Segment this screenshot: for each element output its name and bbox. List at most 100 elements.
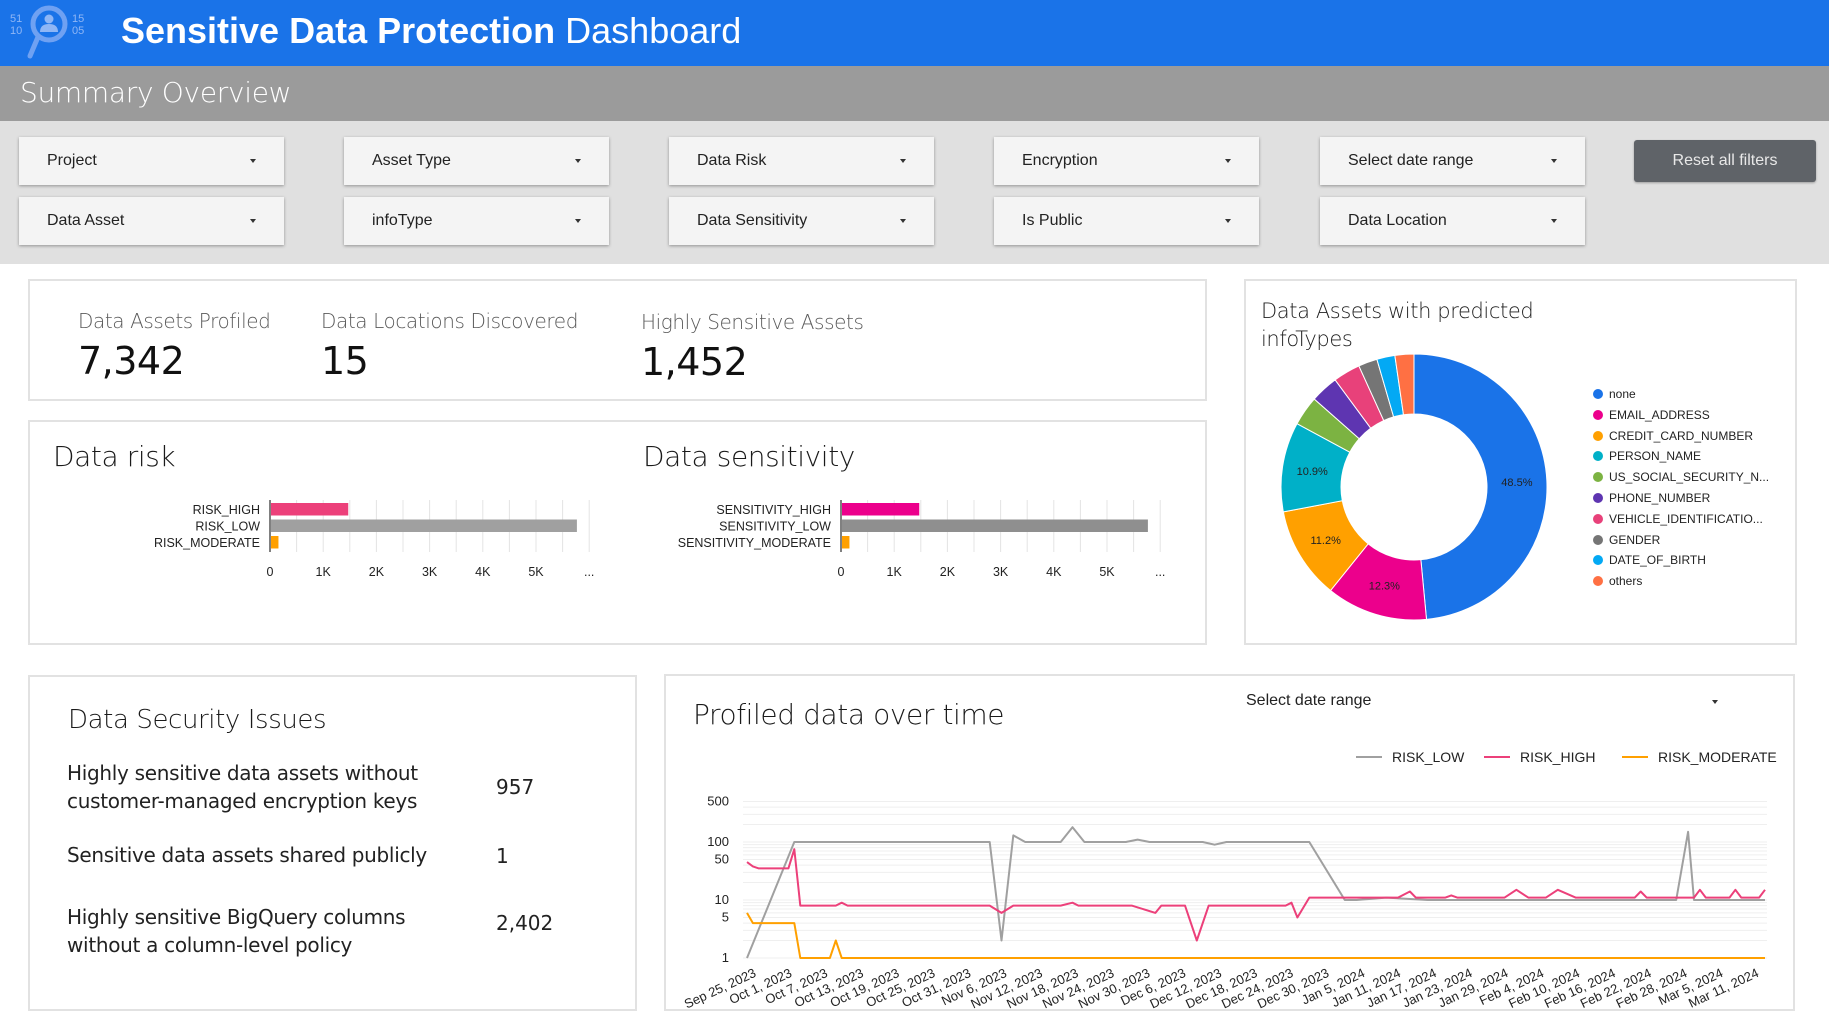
data-risk-chart: RISK_HIGH RISK_LOW RISK_MODERATE 0 1K 2K 3K 4K 5…: [154, 500, 594, 579]
legend-item[interactable]: PERSON_NAME: [1593, 449, 1701, 463]
x-tick-label: 0: [838, 565, 845, 579]
legend-item[interactable]: US_SOCIAL_SECURITY_N...: [1593, 470, 1769, 484]
x-tick-label: 2K: [940, 565, 956, 579]
legend-swatch: [1593, 389, 1603, 399]
legend-item[interactable]: others: [1593, 574, 1642, 588]
legend-item[interactable]: EMAIL_ADDRESS: [1593, 408, 1710, 422]
y-tick-label: 10: [715, 892, 729, 907]
bar-sensitivity-high[interactable]: [842, 503, 920, 516]
legend-item[interactable]: PHONE_NUMBER: [1593, 491, 1710, 505]
legend-item[interactable]: DATE_OF_BIRTH: [1593, 553, 1706, 567]
x-tick-label: 1K: [316, 565, 332, 579]
filter-encryption-dropdown[interactable]: Encryption: [994, 137, 1259, 185]
logo-digits-left-top: 51: [10, 13, 22, 25]
bar-category-label: RISK_HIGH: [193, 503, 260, 517]
chevron-down-icon: [900, 159, 906, 163]
filter-label: Asset Type: [372, 152, 451, 169]
profiled-line-chart: 151050100500Sep 25, 2023Oct 1, 2023Oct 7…: [682, 749, 1777, 1011]
legend-swatch: [1593, 555, 1603, 566]
legend-swatch: [1593, 472, 1603, 483]
filter-data-asset-dropdown[interactable]: Data Asset: [19, 197, 284, 245]
bar-sensitivity-low[interactable]: [842, 519, 1148, 533]
section-title: Summary Overview: [20, 76, 292, 109]
legend-item[interactable]: CREDIT_CARD_NUMBER: [1593, 429, 1753, 443]
chevron-down-icon: [250, 159, 256, 163]
infotypes-legend: none EMAIL_ADDRESS CREDIT_CARD_NUMBER PERSO…: [1593, 387, 1793, 607]
legend-item[interactable]: none: [1593, 387, 1636, 401]
x-tick-label: 0: [267, 565, 274, 579]
x-tick-label: 3K: [993, 565, 1009, 579]
kpi-label-assets-profiled: Data Assets Profiled: [78, 309, 271, 333]
legend-label: GENDER: [1609, 532, 1661, 547]
filter-label: Project: [47, 152, 97, 169]
legend-label[interactable]: RISK_MODERATE: [1658, 749, 1777, 765]
chevron-down-icon: [1551, 159, 1557, 163]
security-item-line: customer-managed encryption keys: [67, 789, 418, 813]
filter-data-risk-dropdown[interactable]: Data Risk: [669, 137, 934, 185]
chevron-down-icon: [575, 219, 581, 223]
data-sensitivity-title: Data sensitivity: [643, 440, 855, 473]
series-line-risk-low[interactable]: [746, 826, 1765, 959]
data-sensitivity-chart: SENSITIVITY_HIGH SENSITIVITY_LOW SENSITIVI…: [678, 500, 1165, 579]
filter-is-public-dropdown[interactable]: Is Public: [994, 197, 1259, 245]
legend-label: VEHICLE_IDENTIFICATIO...: [1609, 511, 1763, 526]
security-item-label: Sensitive data assets shared publicly: [67, 843, 427, 867]
title-bold: Sensitive Data Protection: [121, 10, 556, 51]
bar-category-label: SENSITIVITY_HIGH: [716, 503, 831, 517]
series-line-risk-moderate[interactable]: [746, 912, 1765, 959]
kpi-value-locations: 15: [321, 339, 369, 383]
logo-icon: 51 10 15 05: [10, 5, 84, 59]
security-issues-panel: Data Security Issues Highly sensitive da…: [28, 675, 637, 1011]
x-tick-label: 1K: [887, 565, 903, 579]
page-title: Sensitive Data Protection Dashboard: [121, 8, 741, 54]
security-item-value: 957: [496, 775, 535, 799]
bar-category-label: SENSITIVITY_LOW: [719, 520, 831, 534]
security-item-line: Highly sensitive BigQuery columns: [67, 905, 406, 929]
legend-label: PERSON_NAME: [1609, 449, 1702, 464]
filter-asset-type-dropdown[interactable]: Asset Type: [344, 137, 609, 185]
bar-category-label: RISK_LOW: [195, 520, 260, 534]
bar-risk-low[interactable]: [271, 519, 577, 533]
x-tick-label: 5K: [1099, 565, 1115, 579]
reset-filters-button[interactable]: Reset all filters: [1634, 140, 1816, 182]
y-tick-label: 50: [715, 851, 729, 866]
bar-category-label: RISK_MODERATE: [154, 536, 260, 550]
x-tick-label: 5K: [528, 565, 544, 579]
legend-swatch: [1593, 451, 1603, 462]
filter-label: Is Public: [1022, 212, 1083, 229]
app-header: 51 10 15 05 Sensitive Data Protection Da…: [0, 0, 1829, 66]
legend-label[interactable]: RISK_HIGH: [1520, 749, 1595, 765]
security-item-label: Highly sensitive data assets without cust…: [67, 759, 418, 815]
x-tick-label: ...: [1155, 565, 1165, 579]
section-header: Summary Overview: [0, 66, 1829, 121]
security-item-line: Highly sensitive data assets without: [67, 761, 418, 785]
pie-slice-label: 11.2%: [1310, 535, 1341, 547]
legend-label: CREDIT_CARD_NUMBER: [1609, 428, 1754, 443]
bar-risk-high[interactable]: [271, 503, 349, 516]
filter-infotype-dropdown[interactable]: infoType: [344, 197, 609, 245]
filter-label: Data Asset: [47, 212, 125, 229]
filter-label: Encryption: [1022, 152, 1098, 169]
filter-label: Data Sensitivity: [697, 212, 808, 229]
profiled-over-time-panel: Profiled data over time Select date rang…: [664, 674, 1795, 1011]
title-light: Dashboard: [565, 10, 742, 51]
bar-risk-moderate[interactable]: [271, 536, 279, 549]
chevron-down-icon: [1225, 159, 1231, 163]
legend-item[interactable]: GENDER: [1593, 533, 1660, 547]
legend-label[interactable]: RISK_LOW: [1392, 749, 1465, 765]
chevron-down-icon: [1551, 219, 1557, 223]
filter-select-date-range-dropdown[interactable]: Select date range: [1320, 137, 1585, 185]
series-line-risk-high[interactable]: [746, 848, 1766, 942]
filter-label: Data Location: [1348, 212, 1447, 229]
logo-digits-right-top: 15: [72, 13, 84, 25]
legend-label: EMAIL_ADDRESS: [1609, 407, 1710, 422]
logo-digits-left-bottom: 10: [10, 25, 22, 37]
filter-project-dropdown[interactable]: Project: [19, 137, 284, 185]
infotypes-panel: Data Assets with predicted infoTypes 48.…: [1244, 279, 1797, 645]
date-range-select[interactable]: Select date range: [1246, 690, 1726, 714]
y-tick-label: 1: [722, 950, 729, 965]
filter-data-sensitivity-dropdown[interactable]: Data Sensitivity: [669, 197, 934, 245]
legend-item[interactable]: VEHICLE_IDENTIFICATIO...: [1593, 512, 1763, 526]
bar-sensitivity-moderate[interactable]: [842, 536, 850, 549]
filter-data-location-dropdown[interactable]: Data Location: [1320, 197, 1585, 245]
